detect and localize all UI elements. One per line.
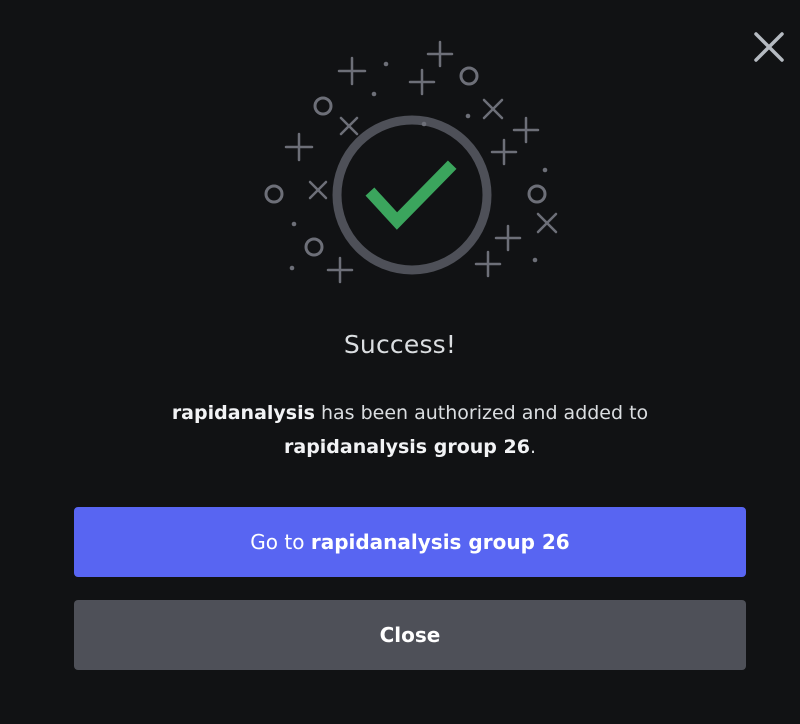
authorization-success-modal: Success! rapidanalysis has been authoriz… [0, 0, 800, 724]
go-to-server-button[interactable]: Go to rapidanalysis group 26 [74, 507, 746, 577]
description-end-text: . [529, 436, 536, 458]
description-middle-text: has been authorized and added to [314, 402, 649, 424]
modal-description: rapidanalysis has been authorized and ad… [100, 396, 720, 464]
modal-title: Success! [343, 330, 457, 359]
close-button[interactable]: Close [74, 600, 746, 670]
app-name: rapidanalysis [171, 402, 315, 424]
go-to-prefix: Go to [250, 530, 311, 554]
go-to-server-name: rapidanalysis group 26 [310, 530, 570, 554]
close-icon[interactable] [752, 30, 786, 64]
success-checkmark-icon [250, 30, 570, 300]
server-name: rapidanalysis group 26 [284, 436, 530, 458]
